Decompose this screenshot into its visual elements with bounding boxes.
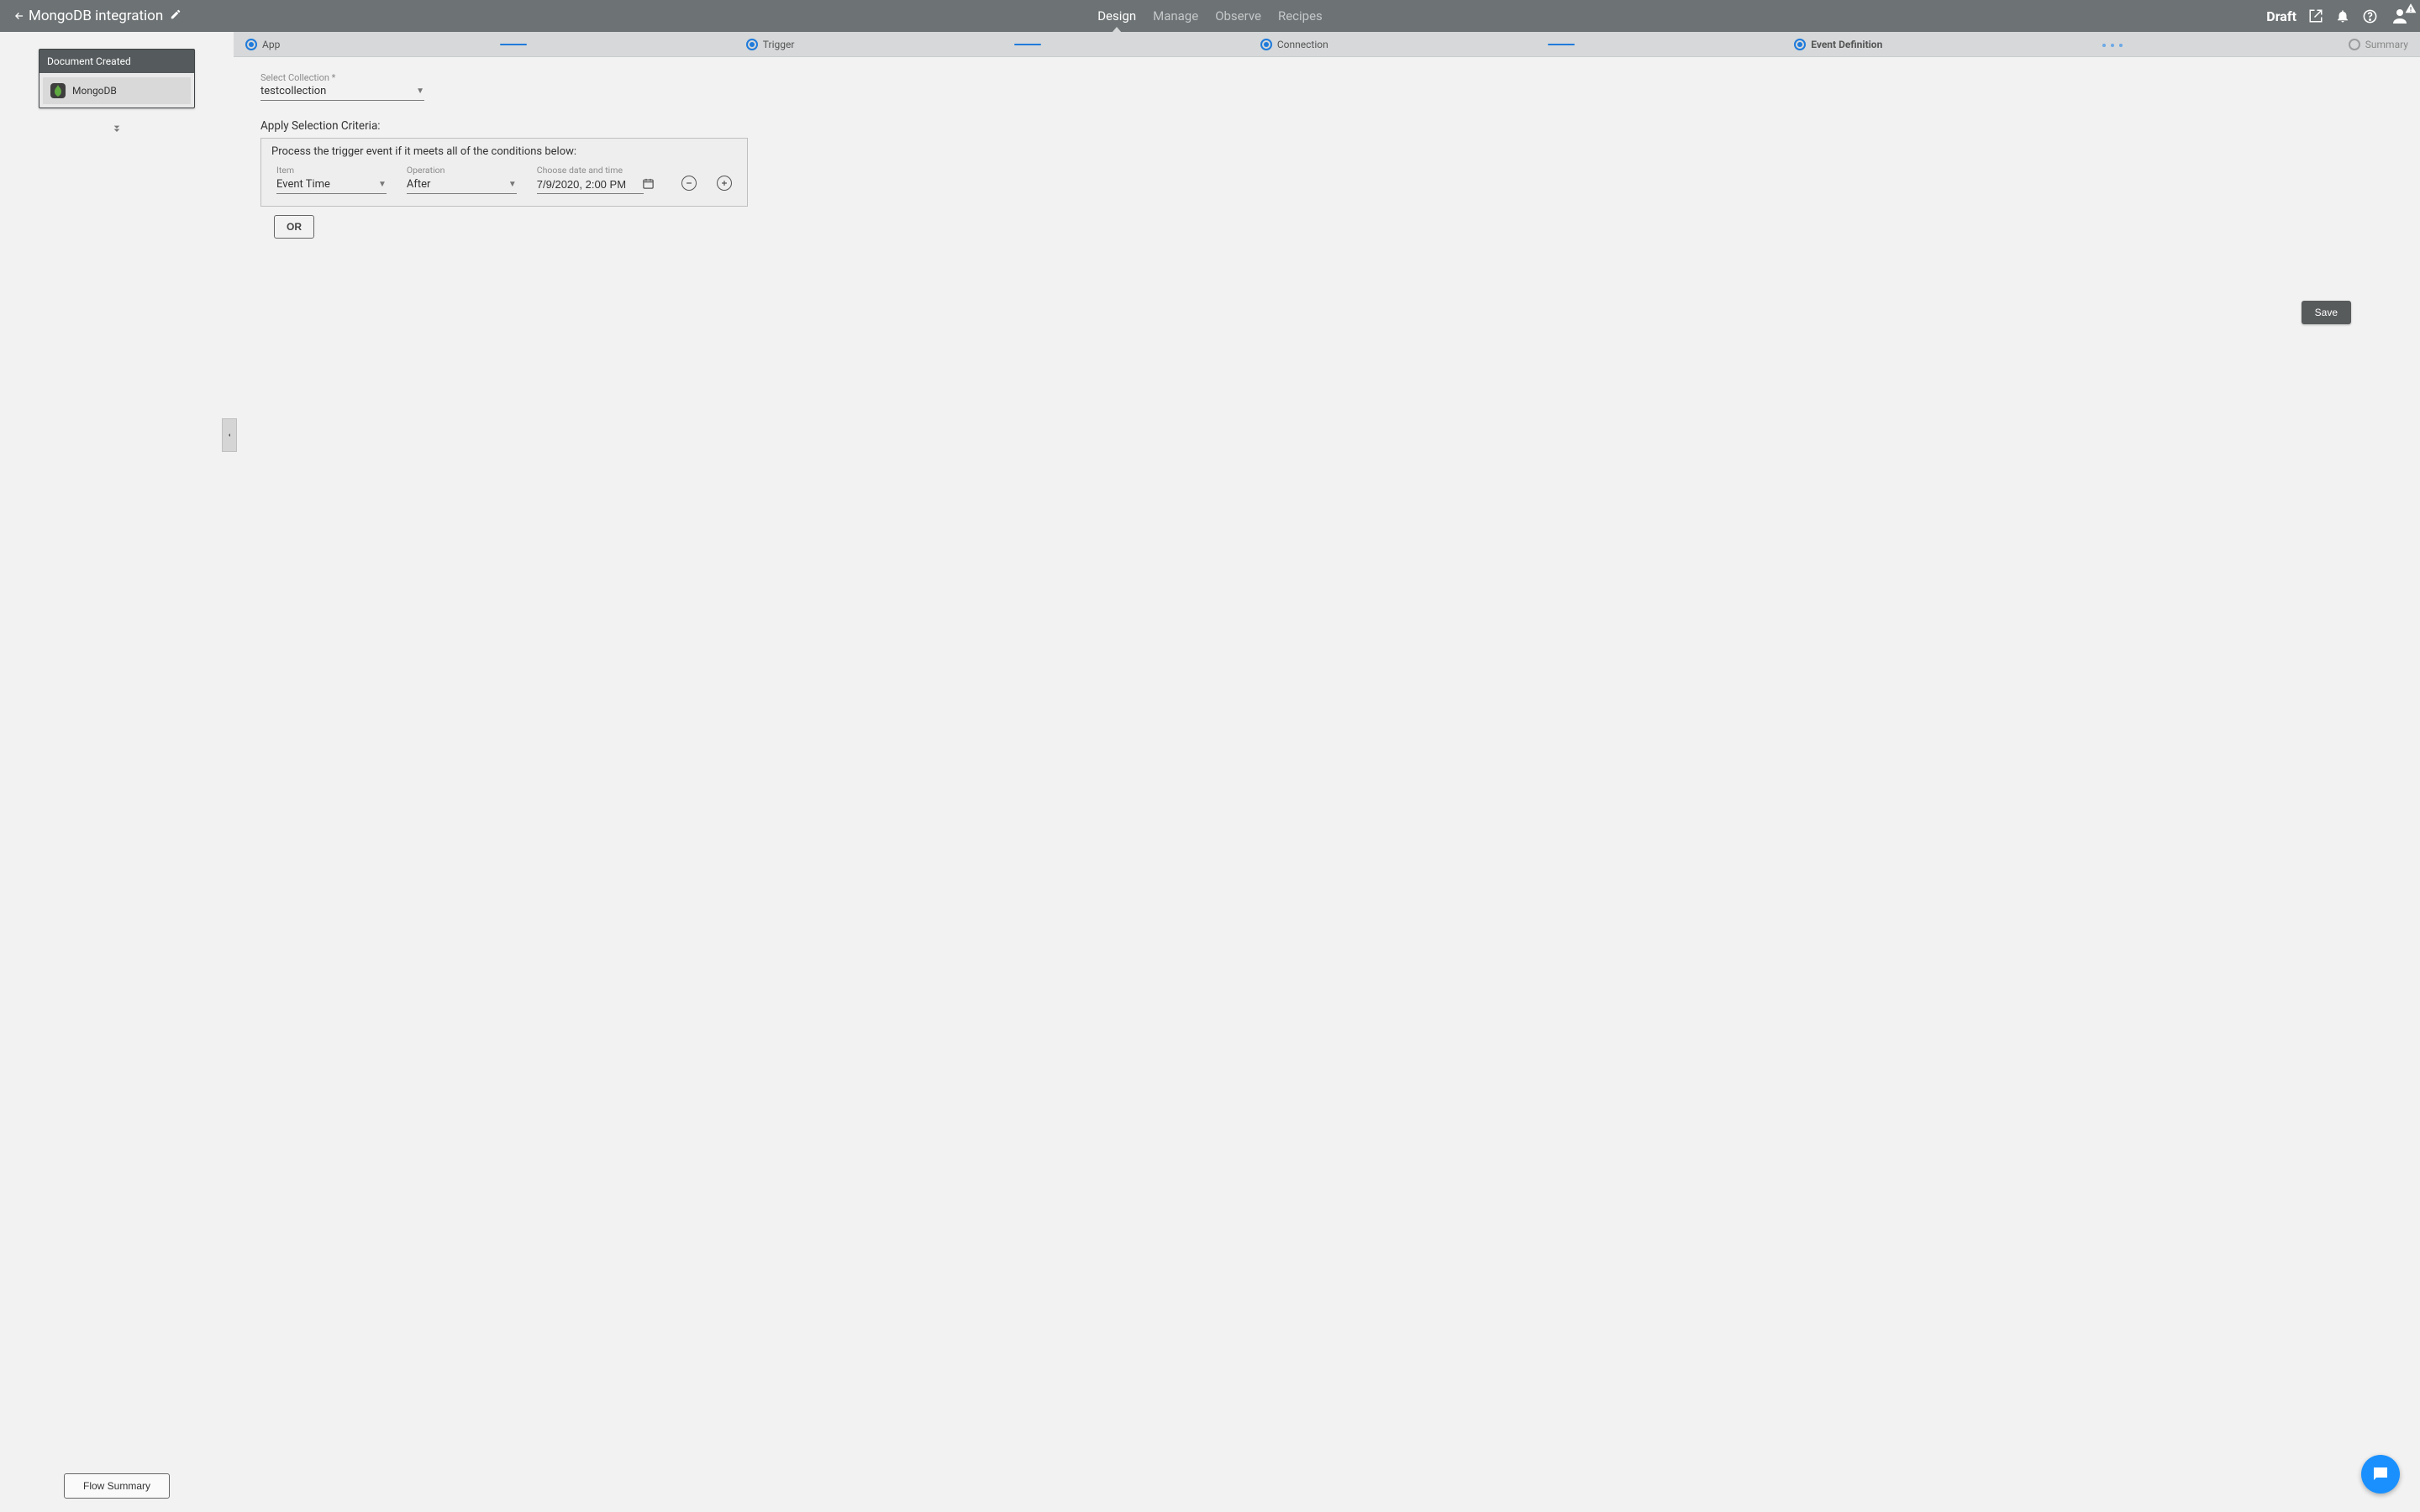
calendar-icon[interactable] xyxy=(642,177,655,193)
operation-label: Operation xyxy=(407,165,517,176)
add-condition-icon[interactable] xyxy=(717,176,732,191)
flow-card-tile-mongodb[interactable]: MongoDB xyxy=(43,77,191,104)
date-time-input[interactable] xyxy=(537,176,644,194)
criteria-section-title: Apply Selection Criteria: xyxy=(260,119,2393,133)
header-nav: Design Manage Observe Recipes xyxy=(0,0,2420,32)
flow-card[interactable]: Document Created MongoDB xyxy=(39,49,195,108)
step-trigger[interactable]: Trigger xyxy=(746,39,795,50)
flow-summary-button[interactable]: Flow Summary xyxy=(64,1473,170,1499)
item-value: Event Time xyxy=(276,178,330,191)
mongodb-icon xyxy=(50,83,66,98)
flow-card-tile-label: MongoDB xyxy=(72,85,117,97)
flow-card-title: Document Created xyxy=(39,50,194,73)
chat-icon xyxy=(2370,1464,2391,1484)
notifications-icon[interactable] xyxy=(2335,8,2350,24)
main-panel: App Trigger Connection Event Definition xyxy=(234,32,2420,1512)
item-label: Item xyxy=(276,165,387,176)
nav-design[interactable]: Design xyxy=(1097,0,1136,32)
step-connection[interactable]: Connection xyxy=(1260,39,1328,50)
wizard-stepper: App Trigger Connection Event Definition xyxy=(234,32,2420,57)
open-external-icon[interactable] xyxy=(2308,8,2323,24)
step-summary[interactable]: Summary xyxy=(2349,39,2408,50)
chat-fab[interactable] xyxy=(2361,1455,2400,1494)
select-collection-dropdown[interactable]: testcollection ▼ xyxy=(260,83,424,101)
criteria-row: Item Event Time ▼ Operation After ▼ xyxy=(270,165,739,194)
chevron-down-icon: ▼ xyxy=(378,180,387,189)
help-icon[interactable] xyxy=(2362,8,2378,24)
nav-recipes[interactable]: Recipes xyxy=(1278,0,1323,32)
or-button[interactable]: OR xyxy=(274,215,314,239)
back-arrow-icon[interactable] xyxy=(12,10,29,22)
page-title: MongoDB integration xyxy=(29,8,163,24)
alert-badge-icon xyxy=(2405,3,2417,18)
status-draft: Draft xyxy=(2266,8,2296,24)
step-app[interactable]: App xyxy=(245,39,280,50)
operation-value: After xyxy=(407,178,431,191)
operation-dropdown[interactable]: After ▼ xyxy=(407,176,517,194)
expand-flow-icon[interactable] xyxy=(39,122,195,139)
nav-manage[interactable]: Manage xyxy=(1153,0,1198,32)
nav-observe[interactable]: Observe xyxy=(1215,0,1261,32)
remove-condition-icon[interactable] xyxy=(681,176,697,191)
chevron-down-icon: ▼ xyxy=(416,87,424,96)
item-dropdown[interactable]: Event Time ▼ xyxy=(276,176,387,194)
save-button[interactable]: Save xyxy=(2302,301,2351,324)
chevron-down-icon: ▼ xyxy=(508,180,517,189)
select-collection-value: testcollection xyxy=(260,85,326,97)
date-label: Choose date and time xyxy=(537,165,655,176)
edit-icon[interactable] xyxy=(170,8,182,24)
criteria-box: Process the trigger event if it meets al… xyxy=(260,138,748,207)
step-event-definition[interactable]: Event Definition xyxy=(1794,39,1882,50)
select-collection-label: Select Collection * xyxy=(260,72,424,83)
sidebar: Document Created MongoDB Flow Summary xyxy=(0,32,234,1512)
user-profile-icon[interactable] xyxy=(2390,6,2410,26)
step-sep-dots xyxy=(2102,44,2129,45)
criteria-intro-text: Process the trigger event if it meets al… xyxy=(271,145,739,158)
app-header: MongoDB integration Design Manage Observ… xyxy=(0,0,2420,32)
